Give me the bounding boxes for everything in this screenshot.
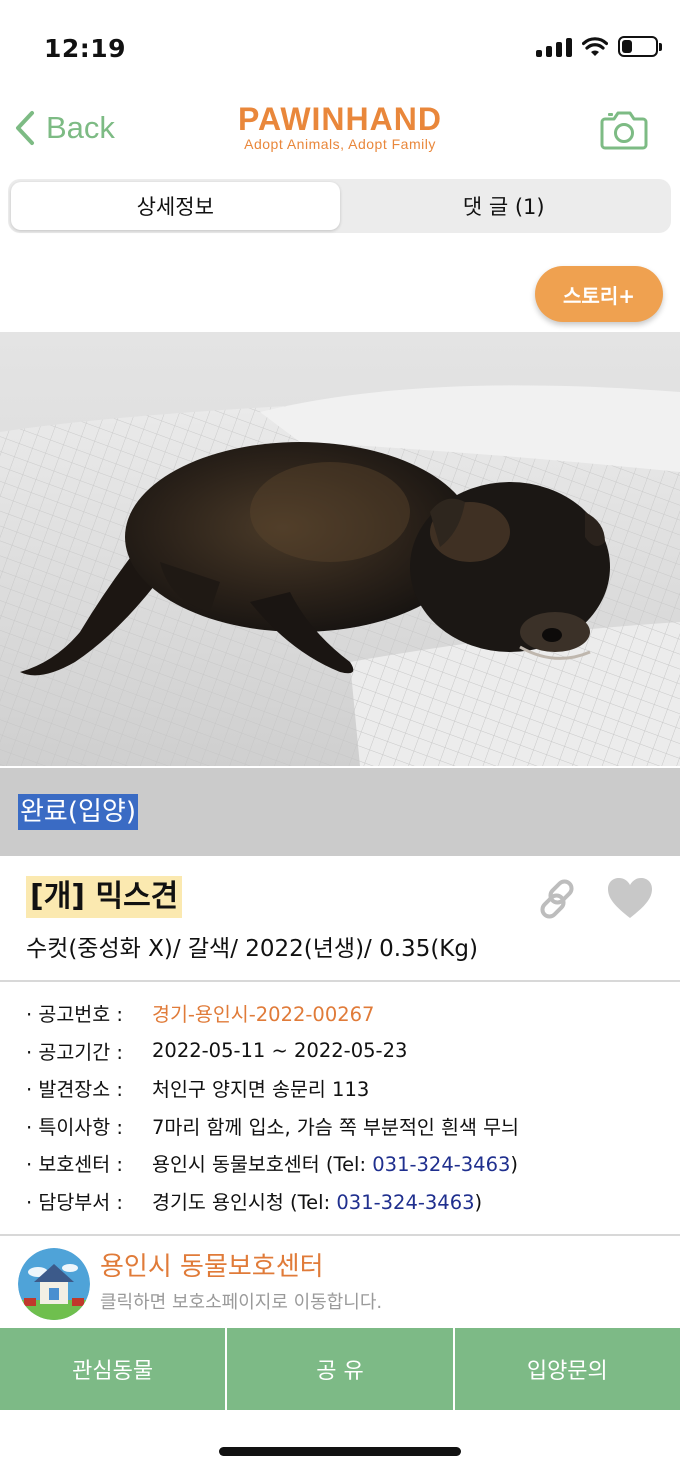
share-button[interactable]: 공 유: [225, 1328, 452, 1410]
heart-icon: [608, 878, 652, 918]
status-time: 12:19: [44, 34, 127, 63]
puppy-photo-illustration: [0, 332, 680, 766]
animal-title: [개] 믹스견: [26, 876, 183, 918]
wifi-icon: [582, 36, 608, 56]
shelter-info: 용인시 동물보호센터 (Tel: 031-324-3463): [152, 1148, 518, 1177]
bottom-action-bar: 관심동물 공 유 입양문의: [0, 1328, 680, 1410]
department-phone-link[interactable]: 031-324-3463: [336, 1191, 474, 1214]
notice-details: · 공고번호 : 경기-용인시-2022-00267 · 공고기간 : 2022…: [0, 984, 680, 1236]
animal-photo[interactable]: [0, 332, 680, 766]
link-share-button[interactable]: [534, 876, 580, 926]
department-text: 경기도 용인시청 (Tel:: [152, 1190, 337, 1214]
camera-icon: [600, 111, 648, 150]
favorite-button[interactable]: [606, 876, 654, 924]
adoption-inquiry-button[interactable]: 입양문의: [452, 1328, 680, 1410]
animal-header: [개] 믹스견 수컷(중성화 X)/ 갈색/ 2022(년생)/ 0.35(Kg…: [0, 856, 680, 982]
detail-key: · 공고번호 :: [26, 1003, 123, 1027]
department-info: 경기도 용인시청 (Tel: 031-324-3463): [152, 1186, 482, 1215]
detail-row-period: · 공고기간 : 2022-05-11 ~ 2022-05-23: [0, 1032, 680, 1070]
segmented-tabs: 상세정보 댓 글 (1): [8, 179, 671, 233]
navigation-bar: Back PAWINHAND Adopt Animals, Adopt Fami…: [0, 96, 680, 172]
status-bar: 12:19: [0, 0, 680, 96]
interest-button[interactable]: 관심동물: [0, 1328, 225, 1410]
tab-comments[interactable]: 댓 글 (1): [340, 182, 669, 230]
detail-row-department: · 담당부서 : 경기도 용인시청 (Tel: 031-324-3463): [0, 1182, 680, 1220]
detail-row-found-place: · 발견장소 : 처인구 양지면 송문리 113: [0, 1069, 680, 1107]
logo-title: PAWINHAND: [238, 101, 442, 137]
detail-key: · 보호센터 :: [26, 1153, 123, 1177]
shelter-link-card[interactable]: 용인시 동물보호센터 클릭하면 보호소페이지로 이동합니다.: [0, 1238, 680, 1328]
detail-key: · 발견장소 :: [26, 1078, 123, 1102]
detail-row-notes: · 특이사항 : 7마리 함께 입소, 가슴 쪽 부분적인 흰색 무늬: [0, 1107, 680, 1145]
detail-key: · 담당부서 :: [26, 1190, 123, 1214]
link-icon: [540, 879, 574, 919]
home-indicator[interactable]: [219, 1447, 461, 1456]
logo-subtitle: Adopt Animals, Adopt Family: [244, 136, 436, 152]
notice-number: 경기-용인시-2022-00267: [152, 1003, 375, 1027]
department-suffix: ): [474, 1190, 483, 1214]
special-notes: 7마리 함께 입소, 가슴 쪽 부분적인 흰색 무늬: [152, 1115, 519, 1139]
detail-row-shelter: · 보호센터 : 용인시 동물보호센터 (Tel: 031-324-3463): [0, 1144, 680, 1182]
detail-key: · 공고기간 :: [26, 1040, 123, 1064]
detail-row-notice-no: · 공고번호 : 경기-용인시-2022-00267: [0, 994, 680, 1032]
house-icon: [18, 1248, 90, 1320]
shelter-hint: 클릭하면 보호소페이지로 이동합니다.: [100, 1292, 383, 1313]
story-button[interactable]: 스토리+: [535, 266, 663, 322]
adoption-status-label: 완료(입양): [18, 794, 138, 830]
battery-icon: [618, 36, 662, 57]
found-place: 처인구 양지면 송문리 113: [152, 1078, 370, 1102]
shelter-suffix: ): [510, 1153, 518, 1177]
camera-button[interactable]: [600, 110, 648, 154]
shelter-avatar: [18, 1248, 90, 1320]
adoption-status-banner: 완료(입양): [0, 768, 680, 856]
detail-key: · 특이사항 :: [26, 1115, 123, 1139]
shelter-phone-link[interactable]: 031-324-3463: [372, 1153, 510, 1176]
notice-period: 2022-05-11 ~ 2022-05-23: [152, 1038, 408, 1062]
shelter-text: 용인시 동물보호센터 (Tel:: [152, 1153, 373, 1177]
animal-summary: 수컷(중성화 X)/ 갈색/ 2022(년생)/ 0.35(Kg): [26, 936, 478, 962]
battery-level: [622, 40, 632, 53]
tab-details[interactable]: 상세정보: [11, 182, 340, 230]
status-icons: [536, 36, 662, 57]
cellular-signal-icon: [536, 37, 572, 57]
shelter-name: 용인시 동물보호센터: [100, 1252, 324, 1282]
app-logo: PAWINHAND Adopt Animals, Adopt Family: [0, 102, 680, 152]
